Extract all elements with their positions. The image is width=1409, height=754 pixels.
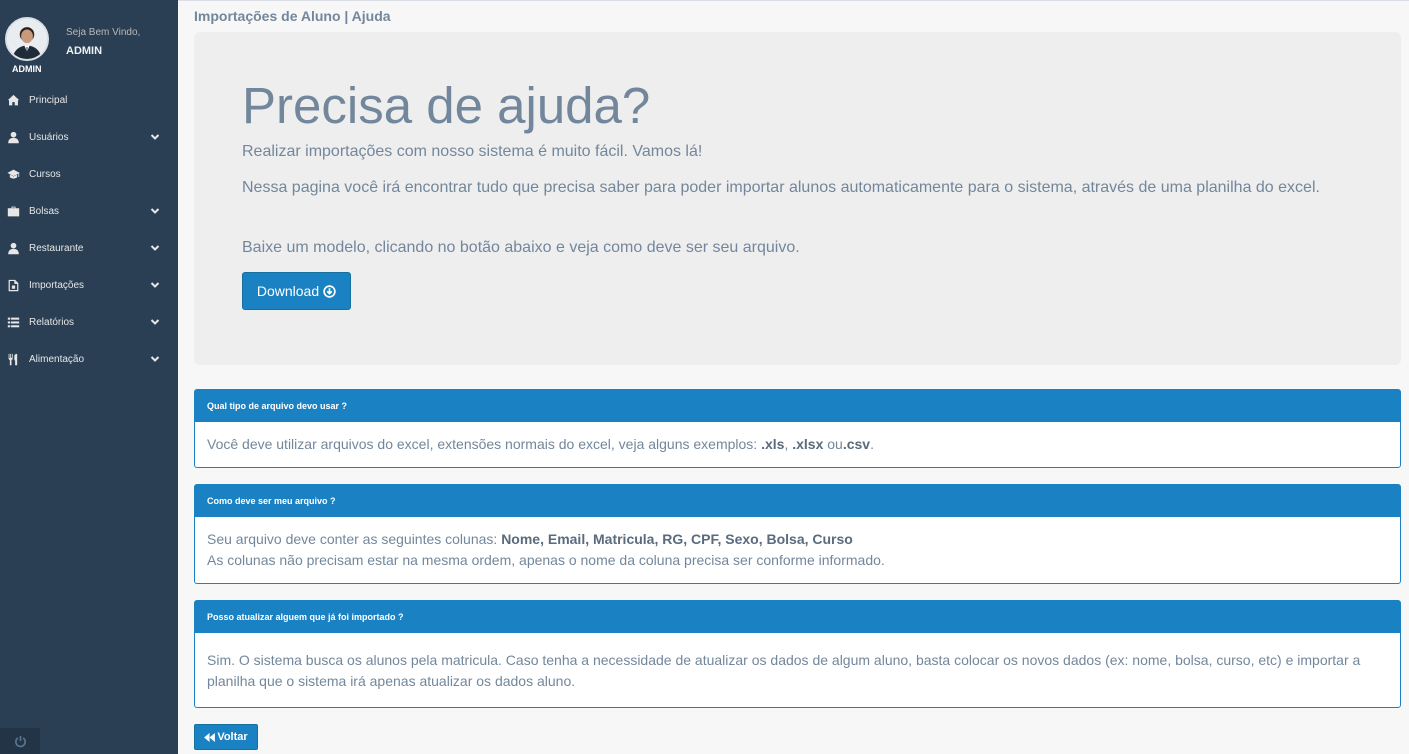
sidebar-menu: Principal Usuários Cursos Bolsas Restaur…	[0, 82, 178, 378]
required-columns: Nome, Email, Matricula, RG, CPF, Sexo, B…	[501, 531, 853, 547]
help-download-hint: Baixe um modelo, clicando no botão abaix…	[242, 239, 800, 256]
top-border	[178, 0, 1409, 1]
faq-answer: Sim. O sistema busca os alunos pela matr…	[207, 652, 1361, 689]
sidebar-item-importacoes[interactable]: Importações	[0, 267, 178, 304]
sidebar-item-label: Principal	[29, 95, 68, 106]
sidebar-item-restaurante[interactable]: Restaurante	[0, 230, 178, 267]
sidebar-item-label: Bolsas	[29, 206, 60, 217]
sidebar-item-alimentacao[interactable]: Alimentação	[0, 341, 178, 378]
faq-question: Posso atualizar alguem que já foi import…	[195, 601, 1400, 633]
user-name: ADMIN	[66, 45, 103, 57]
help-jumbotron: Precisa de ajuda? Realizar importações c…	[194, 32, 1401, 365]
sidebar-item-label: Importações	[29, 280, 85, 291]
cutlery-icon	[5, 353, 21, 367]
home-icon	[5, 94, 21, 108]
faq-panel-file-type: Qual tipo de arquivo devo usar ? Você de…	[194, 389, 1401, 468]
sidebar-footer	[40, 728, 178, 754]
chevron-down-icon	[150, 317, 160, 327]
logout-button[interactable]	[0, 728, 40, 754]
sidebar-item-label: Relatórios	[29, 317, 75, 328]
sidebar-item-cursos[interactable]: Cursos	[0, 156, 178, 193]
back-button-label: Voltar	[217, 731, 248, 743]
avatar-image	[7, 19, 47, 59]
help-title: Precisa de ajuda?	[242, 77, 651, 134]
faq-question: Como deve ser meu arquivo ?	[195, 485, 1400, 517]
file-icon	[5, 279, 21, 293]
sidebar-item-usuarios[interactable]: Usuários	[0, 119, 178, 156]
separator: .	[870, 436, 874, 452]
page-title: Importações de Aluno | Ajuda	[194, 8, 391, 24]
sidebar: ADMIN Seja Bem Vindo, ADMIN Principal Us…	[0, 0, 178, 754]
help-description-text: Nessa pagina você irá encontrar tudo que…	[242, 179, 1320, 196]
chevron-down-icon	[150, 280, 160, 290]
chevron-down-icon	[150, 354, 160, 364]
faq-question: Qual tipo de arquivo devo usar ?	[195, 390, 1400, 422]
extension-csv: .csv	[842, 436, 871, 452]
power-icon	[14, 735, 26, 747]
sidebar-item-bolsas[interactable]: Bolsas	[0, 193, 178, 230]
faq-answer-text: As colunas não precisam estar na mesma o…	[207, 552, 885, 568]
backward-icon	[204, 732, 216, 742]
help-intro-text: Realizar importações com nosso sistema é…	[242, 143, 703, 160]
sidebar-item-label: Restaurante	[29, 243, 84, 254]
graduation-cap-icon	[5, 168, 21, 182]
avatar-caption: ADMIN	[12, 64, 42, 74]
sidebar-item-label: Alimentação	[29, 354, 85, 365]
faq-panel-update: Posso atualizar alguem que já foi import…	[194, 600, 1401, 708]
chevron-down-icon	[150, 132, 160, 142]
list-icon	[5, 316, 21, 330]
chevron-down-icon	[150, 243, 160, 253]
user-icon	[5, 242, 21, 256]
extension-xlsx: .xlsx	[792, 436, 824, 452]
user-profile: ADMIN Seja Bem Vindo, ADMIN	[0, 0, 178, 80]
sidebar-item-relatorios[interactable]: Relatórios	[0, 304, 178, 341]
sidebar-item-label: Cursos	[29, 169, 61, 180]
extension-xls: .xls	[761, 436, 785, 452]
briefcase-icon	[5, 205, 21, 219]
separator: ou	[823, 436, 843, 452]
back-button[interactable]: Voltar	[194, 724, 258, 750]
faq-answer-text: Seu arquivo deve conter as seguintes col…	[207, 531, 502, 547]
faq-panel-file-format: Como deve ser meu arquivo ? Seu arquivo …	[194, 484, 1401, 584]
avatar	[5, 17, 49, 61]
download-button[interactable]: Download	[242, 272, 351, 310]
faq-answer: Você deve utilizar arquivos do excel, ex…	[195, 422, 1400, 467]
faq-answer-text: Você deve utilizar arquivos do excel, ex…	[207, 436, 762, 452]
welcome-text: Seja Bem Vindo,	[66, 27, 141, 38]
download-circle-icon	[323, 284, 336, 298]
sidebar-item-label: Usuários	[29, 132, 69, 143]
user-icon	[5, 131, 21, 145]
faq-answer: Seu arquivo deve conter as seguintes col…	[195, 517, 1400, 583]
download-button-label: Download	[256, 283, 320, 299]
sidebar-item-principal[interactable]: Principal	[0, 82, 178, 119]
chevron-down-icon	[150, 206, 160, 216]
